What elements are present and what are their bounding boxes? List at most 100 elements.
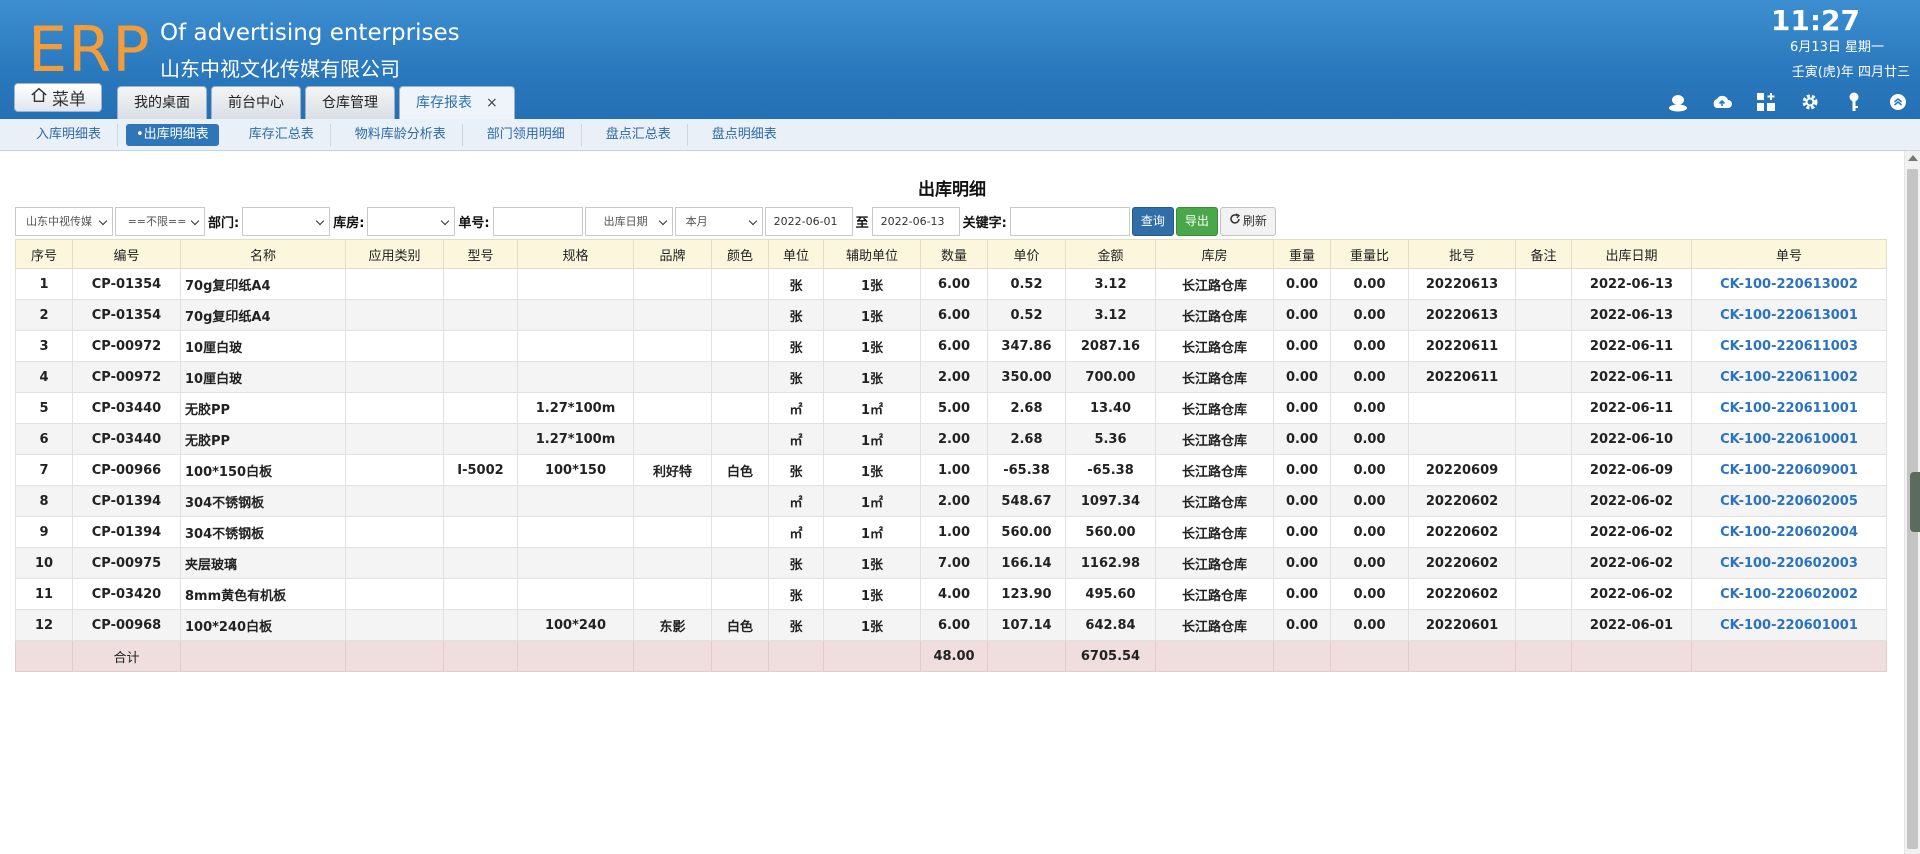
table-cell: 1.00	[920, 454, 988, 486]
menu-button[interactable]: 菜单	[14, 83, 102, 112]
tab-close-icon[interactable]: ×	[486, 87, 498, 119]
query-button[interactable]: 查询	[1131, 207, 1174, 236]
column-header[interactable]: 重量比	[1330, 239, 1409, 269]
table-cell: 1㎡	[823, 485, 921, 517]
table-cell	[443, 423, 518, 455]
table-row[interactable]: 9 CP-01394 304不锈钢板㎡ 1㎡ 1.00 560.00 560.00 长江路仓库…	[15, 516, 1887, 548]
table-cell: 548.67	[987, 485, 1066, 517]
table-cell: 0.00	[1330, 485, 1409, 517]
order-number-link[interactable]: CK-100-220613002	[1691, 268, 1887, 300]
export-button[interactable]: 导出	[1175, 207, 1218, 236]
table-row[interactable]: 10 CP-00975 夹层玻璃张 1张 7.00 166.14 1162.98 长江路仓库 0…	[15, 547, 1887, 579]
table-row[interactable]: 4 CP-00972 10厘白玻张 1张 2.00 350.00 700.00 长江路仓库 0.…	[15, 361, 1887, 393]
table-cell: 2022-06-10	[1571, 423, 1692, 455]
order-no-input[interactable]	[492, 207, 583, 236]
date-type-select[interactable]: 出库日期	[584, 207, 673, 236]
table-cell: 0.00	[1273, 330, 1331, 362]
column-header[interactable]: 单价	[987, 239, 1066, 269]
table-cell	[517, 578, 634, 610]
table-row[interactable]: 2 CP-01354 70g复印纸A4 张 1张 6.00 0.52 3.12 长江路仓库 0.0…	[15, 299, 1887, 331]
table-cell	[517, 268, 634, 300]
column-header[interactable]: 单号	[1691, 239, 1887, 269]
table-cell	[1515, 516, 1572, 548]
table-row[interactable]: 12 CP-00968 100*240白板 100*240 东影 白色张 1张 6.00 107…	[15, 609, 1887, 641]
table-row[interactable]: 11 CP-03420 8mm黄色有机板 张 1张 4.00 123.90 495.60 长江路…	[15, 578, 1887, 610]
date-to-input[interactable]: 2022-06-13	[871, 207, 960, 236]
column-header[interactable]: 名称	[180, 239, 346, 269]
collapse-icon[interactable]	[1886, 90, 1910, 114]
column-header[interactable]: 金额	[1065, 239, 1156, 269]
column-header[interactable]: 出库日期	[1571, 239, 1692, 269]
column-header[interactable]: 批号	[1408, 239, 1516, 269]
order-number-link[interactable]: CK-100-220602002	[1691, 578, 1887, 610]
table-row[interactable]: 8 CP-01394 304不锈钢板 ㎡ 1㎡ 2.00 548.67 1097.34 长江路仓…	[15, 485, 1887, 517]
column-header[interactable]: 规格	[517, 239, 634, 269]
column-header[interactable]: 数量	[920, 239, 988, 269]
user-icon[interactable]	[1666, 90, 1690, 114]
order-number-link[interactable]: CK-100-220610001	[1691, 423, 1887, 455]
gear-icon[interactable]	[1798, 90, 1822, 114]
table-cell: CP-00966	[72, 454, 181, 486]
table-cell: 20220609	[1408, 454, 1516, 486]
period-select[interactable]: 本月	[674, 207, 763, 236]
order-number-link[interactable]: CK-100-220602004	[1691, 516, 1887, 548]
order-number-link[interactable]: CK-100-220602003	[1691, 547, 1887, 579]
column-header[interactable]: 备注	[1515, 239, 1572, 269]
table-row[interactable]: 3 CP-00972 10厘白玻张 1张 6.00 347.86 2087.16 长江路仓库 0…	[15, 330, 1887, 362]
tab-inventory-report[interactable]: 库存报表 ×	[399, 86, 515, 119]
warehouse-select[interactable]	[367, 207, 456, 236]
refresh-button[interactable]: 刷新	[1219, 207, 1276, 236]
tab-warehouse[interactable]: 仓库管理	[305, 86, 395, 119]
keyword-input[interactable]	[1009, 207, 1130, 236]
table-row[interactable]: 5 CP-03440 无胶PP 1.27*100m ㎡ 1㎡ 5.00 2.68 13.40 长江…	[15, 392, 1887, 424]
date-from-input[interactable]: 2022-06-01	[764, 207, 853, 236]
home-icon	[30, 86, 48, 109]
order-number-link[interactable]: CK-100-220602005	[1691, 485, 1887, 517]
subnav-stocktake-detail[interactable]: 盘点明细表	[696, 124, 793, 146]
subnav-material-aging[interactable]: 物料库龄分析表	[339, 123, 463, 146]
apps-icon[interactable]	[1754, 90, 1778, 114]
column-header[interactable]: 库房	[1155, 239, 1274, 269]
table-cell: 700.00	[1065, 361, 1156, 393]
total-cell	[823, 640, 921, 672]
subnav-inbound-detail[interactable]: 入库明细表	[20, 123, 119, 146]
order-number-link[interactable]: CK-100-220609001	[1691, 454, 1887, 486]
tab-my-desktop[interactable]: 我的桌面	[117, 86, 207, 119]
table-cell: 20220602	[1408, 485, 1516, 517]
scope-select[interactable]: ==不限==	[115, 207, 205, 236]
order-number-link[interactable]: CK-100-220611003	[1691, 330, 1887, 362]
table-row[interactable]: 7 CP-00966 100*150白板 I-5002 100*150 利好特 白色张 1张 1…	[15, 454, 1887, 486]
column-header[interactable]: 应用类别	[345, 239, 444, 269]
dept-select[interactable]	[242, 207, 331, 236]
table-cell	[1515, 578, 1572, 610]
column-header[interactable]: 单位	[768, 239, 824, 269]
order-number-link[interactable]: CK-100-220611002	[1691, 361, 1887, 393]
subnav-dept-usage[interactable]: 部门领用明细	[471, 123, 582, 146]
company-select[interactable]: 山东中视传媒	[15, 207, 113, 236]
side-panel-handle[interactable]	[1910, 472, 1920, 532]
table-row[interactable]: 6 CP-03440 无胶PP 1.27*100m ㎡ 1㎡ 2.00 2.68 5.36 长江路…	[15, 423, 1887, 455]
cloud-upload-icon[interactable]	[1710, 90, 1734, 114]
column-header[interactable]: 辅助单位	[823, 239, 921, 269]
table-cell	[711, 361, 769, 393]
scroll-up-arrow-icon[interactable]	[1908, 155, 1918, 161]
order-number-link[interactable]: CK-100-220611001	[1691, 392, 1887, 424]
table-row[interactable]: 1 CP-01354 70g复印纸A4 张 1张 6.00 0.52 3.12 长江路仓库 0.0…	[15, 268, 1887, 300]
table-cell: 张	[768, 609, 824, 641]
subnav-stock-summary[interactable]: 库存汇总表	[233, 123, 331, 146]
table-cell: CP-03440	[72, 392, 181, 424]
tab-front-center[interactable]: 前台中心	[211, 86, 301, 119]
column-header[interactable]: 重量	[1273, 239, 1331, 269]
column-header[interactable]: 型号	[443, 239, 518, 269]
order-number-link[interactable]: CK-100-220613001	[1691, 299, 1887, 331]
column-header[interactable]: 编号	[72, 239, 181, 269]
column-header[interactable]: 序号	[15, 239, 73, 269]
subnav-stocktake-summary[interactable]: 盘点汇总表	[590, 123, 688, 146]
order-number-link[interactable]: CK-100-220601001	[1691, 609, 1887, 641]
column-header[interactable]: 颜色	[711, 239, 769, 269]
column-header[interactable]: 品牌	[633, 239, 712, 269]
table-cell	[345, 330, 444, 362]
key-icon[interactable]	[1842, 90, 1866, 114]
subnav-outbound-detail[interactable]: •出库明细表	[126, 123, 219, 146]
table-cell: 20220613	[1408, 299, 1516, 331]
